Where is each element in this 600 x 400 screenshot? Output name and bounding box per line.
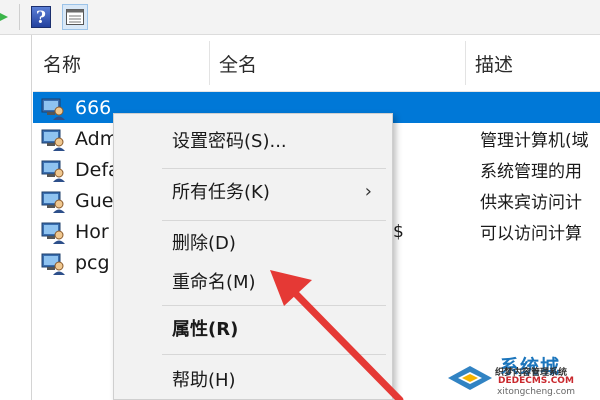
- menu-item-delete[interactable]: 删除(D): [114, 222, 392, 262]
- menu-item-label: 删除(D): [172, 233, 236, 254]
- tree-pane[interactable]: [0, 35, 32, 400]
- menu-item-properties[interactable]: 属性(R): [114, 308, 392, 348]
- help-button[interactable]: ?: [28, 4, 54, 30]
- user-account-icon: [41, 96, 67, 120]
- context-menu: 设置密码(S)... 所有任务(K) › 删除(D) 重命名(M) 属性(R) …: [113, 113, 393, 400]
- menu-item-help[interactable]: 帮助(H): [114, 359, 392, 399]
- user-account-icon: [41, 220, 67, 244]
- user-name: Gue: [75, 189, 114, 212]
- view-button[interactable]: [62, 4, 88, 30]
- menu-item-label: 设置密码(S)...: [172, 131, 287, 152]
- user-account-icon: [41, 189, 67, 213]
- user-name: 666: [75, 96, 112, 119]
- watermark-line: DEDECMS.COM: [498, 376, 574, 386]
- column-header-description[interactable]: 描述: [465, 35, 600, 91]
- column-header-fullname[interactable]: 全名: [209, 35, 465, 91]
- view-icon: [66, 9, 84, 25]
- menu-item-label: 重命名(M): [172, 272, 256, 293]
- menu-item-all-tasks[interactable]: 所有任务(K) ›: [114, 171, 392, 211]
- menu-item-label: 所有任务(K): [172, 182, 270, 203]
- toolbar-separator: [19, 4, 20, 30]
- list-header: 名称 全名 描述: [33, 35, 600, 92]
- user-description: 系统管理的用: [480, 162, 582, 182]
- toolbar: ?: [0, 0, 600, 35]
- menu-item-label: 属性(R): [172, 319, 239, 340]
- user-description: 供来宾访问计: [480, 193, 582, 213]
- user-name: Adm: [75, 127, 119, 150]
- user-description: 可以访问计算: [480, 224, 582, 244]
- menu-item-label: 帮助(H): [172, 370, 236, 391]
- user-name: Hor: [75, 220, 109, 243]
- help-icon: ?: [31, 6, 51, 28]
- menu-separator: [162, 168, 386, 169]
- user-account-icon: [41, 127, 67, 151]
- menu-separator: [162, 220, 386, 221]
- user-account-icon: [41, 251, 67, 275]
- chevron-right-icon: ›: [364, 180, 372, 202]
- menu-item-rename[interactable]: 重命名(M): [114, 261, 392, 301]
- menu-separator: [162, 305, 386, 306]
- green-arrow-icon[interactable]: [0, 13, 8, 21]
- user-account-icon: [41, 158, 67, 182]
- user-name: pcg: [75, 251, 110, 274]
- user-fullname: $: [393, 221, 404, 242]
- user-description: 管理计算机(域: [480, 131, 589, 151]
- column-header-name[interactable]: 名称: [33, 35, 209, 91]
- watermark-line: xitongcheng.com: [497, 387, 575, 397]
- menu-item-set-password[interactable]: 设置密码(S)...: [114, 120, 392, 160]
- menu-separator: [162, 354, 386, 355]
